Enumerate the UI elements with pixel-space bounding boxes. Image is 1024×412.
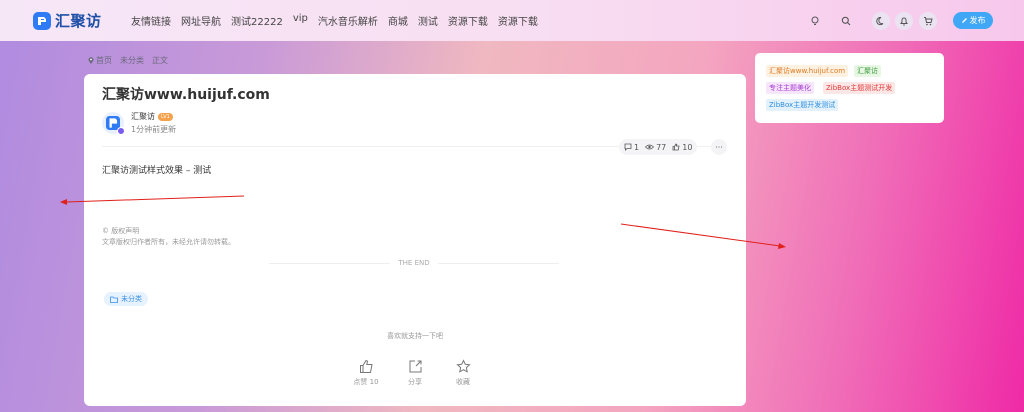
annotation-arrows — [60, 195, 786, 249]
arrow-right — [620, 223, 786, 249]
arrow-left — [60, 195, 245, 205]
